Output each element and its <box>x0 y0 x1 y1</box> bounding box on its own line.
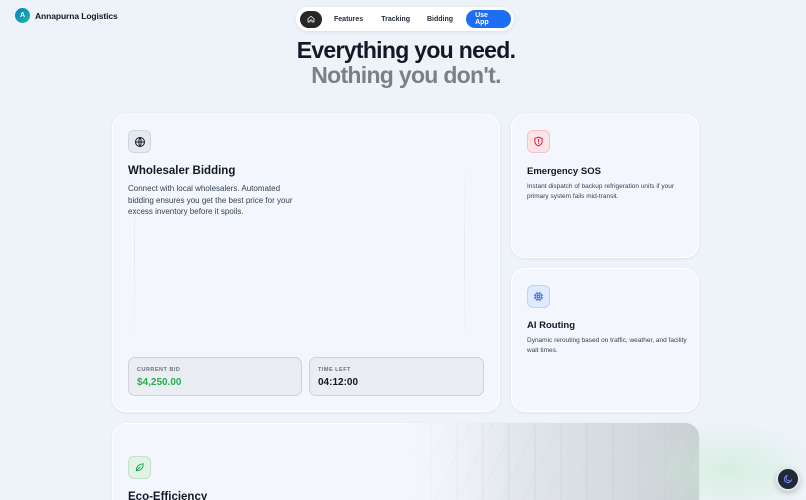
home-icon <box>307 15 315 23</box>
time-left-label: TIME LEFT <box>318 367 351 373</box>
brand-name: Annapurna Logistics <box>35 10 118 21</box>
current-bid-label: CURRENT BID <box>137 367 181 373</box>
shield-alert-icon <box>527 130 550 153</box>
decorative-divider <box>464 154 465 354</box>
hero-headline: Everything you need. <box>296 37 516 63</box>
nav-link-bidding[interactable]: Bidding <box>427 16 453 23</box>
time-left-value: 04:12:00 <box>318 377 359 388</box>
ai-routing-card: AI Routing Dynamic rerouting based on tr… <box>511 268 699 412</box>
time-left-panel: TIME LEFT 04:12:00 <box>309 357 484 396</box>
current-bid-value: $4,250.00 <box>137 377 182 388</box>
card-title: AI Routing <box>527 320 576 331</box>
current-bid-panel: CURRENT BID $4,250.00 <box>128 357 302 396</box>
use-app-button[interactable]: Use App <box>466 10 511 28</box>
hero-subheadline: Nothing you don't. <box>311 62 501 88</box>
card-description: Dynamic rerouting based on traffic, weat… <box>527 337 687 354</box>
leaf-icon <box>128 456 151 479</box>
hero: Everything you need. Nothing you don't. <box>0 37 806 87</box>
card-description: Connect with local wholesalers. Automate… <box>128 184 293 216</box>
card-title: Emergency SOS <box>527 166 601 177</box>
brand-logo: A <box>15 8 30 23</box>
theme-toggle-button[interactable] <box>776 467 800 491</box>
emergency-sos-card: Emergency SOS Instant dispatch of backup… <box>511 114 699 258</box>
nav-link-tracking[interactable]: Tracking <box>381 16 410 23</box>
nav-home-button[interactable] <box>300 10 323 28</box>
globe-icon <box>128 130 151 153</box>
brand[interactable]: A Annapurna Logistics <box>15 8 118 23</box>
card-title: Wholesaler Bidding <box>128 165 236 177</box>
wholesaler-bidding-card: Wholesaler Bidding Connect with local wh… <box>112 114 500 412</box>
card-description: Instant dispatch of backup refrigeration… <box>527 183 675 200</box>
cpu-chip-icon <box>527 285 550 308</box>
nav-link-features[interactable]: Features <box>334 16 363 23</box>
card-title: Eco-Efficiency <box>128 491 208 500</box>
moon-icon <box>783 474 793 484</box>
top-nav: Features Tracking Bidding Use App <box>296 7 514 31</box>
eco-efficiency-card: Eco-Efficiency <box>112 423 699 500</box>
